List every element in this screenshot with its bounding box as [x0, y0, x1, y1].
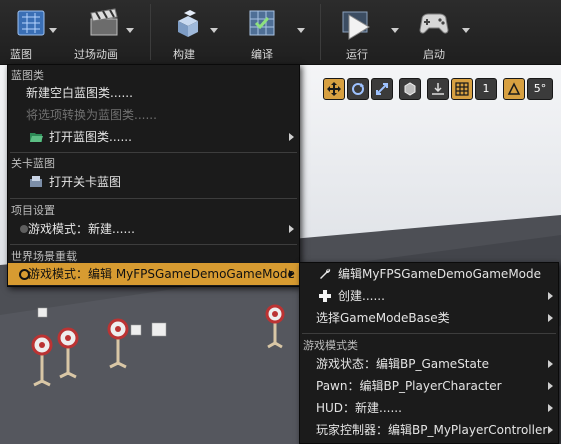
translate-mode-button[interactable] [323, 78, 345, 100]
gamepad-icon [419, 13, 449, 34]
menu-item-hud[interactable]: HUD：新建...... [300, 397, 558, 419]
submenu-arrow-icon [548, 426, 553, 434]
cinematics-label: 过场动画 [74, 48, 118, 61]
menu-item-label: 新建空白蓝图类...... [26, 86, 133, 100]
menu-item-select-gamemodebase[interactable]: 选择GameModeBase类 [300, 307, 558, 329]
scale-icon [376, 83, 388, 95]
angle-snap-value-text: 5° [533, 82, 547, 95]
blueprints-dropdown-arrow[interactable] [49, 28, 57, 33]
surface-snap-button[interactable] [427, 78, 449, 100]
play-dropdown-arrow[interactable] [391, 28, 399, 33]
cube-icon [404, 82, 416, 96]
grid-snap-value[interactable]: 1 [475, 78, 497, 100]
menu-separator [302, 333, 556, 334]
submenu-arrow-icon [289, 133, 294, 141]
cinematics-button[interactable]: 过场动画 [62, 0, 146, 64]
angle-snap-toggle[interactable] [503, 78, 525, 100]
menu-item-player-controller[interactable]: 玩家控制器：编辑BP_MyPlayerController [300, 419, 558, 441]
menu-item-label: 创建...... [338, 289, 385, 303]
compile-icon [249, 10, 275, 36]
section-world-override: 世界场景重载 [11, 250, 77, 263]
grid-snap-toggle[interactable] [451, 78, 473, 100]
game-mode-submenu: 编辑MyFPSGameDemoGameMode 创建...... 选择GameM… [299, 262, 559, 444]
menu-item-label: 游戏模式：编辑 MyFPSGameDemoGameMode [28, 267, 295, 281]
menu-separator [10, 244, 297, 245]
menu-item-label: 游戏状态：编辑BP_GameState [316, 357, 489, 371]
plus-icon [319, 290, 331, 302]
submenu-arrow-icon [289, 270, 294, 278]
menu-item-open-blueprint[interactable]: 打开蓝图类...... [8, 126, 299, 148]
toolbar-separator [150, 4, 151, 60]
radio-dot-icon [20, 225, 28, 233]
scale-mode-button[interactable] [371, 78, 393, 100]
angle-icon [507, 82, 521, 95]
folder-open-icon [30, 133, 43, 142]
menu-item-label: HUD：新建...... [316, 401, 402, 415]
menu-separator [10, 152, 297, 153]
submenu-arrow-icon [548, 314, 553, 322]
submenu-arrow-icon [548, 360, 553, 368]
menu-item-label: 打开蓝图类...... [49, 130, 132, 144]
build-dropdown-arrow[interactable] [210, 28, 218, 33]
wrench-icon [320, 268, 331, 279]
submenu-arrow-icon [548, 404, 553, 412]
section-blueprint-class: 蓝图类 [11, 69, 44, 82]
surface-snap-icon [432, 83, 444, 95]
blueprints-menu: 蓝图类 新建空白蓝图类...... 将选项转换为蓝图类...... 打开蓝图类.… [7, 64, 300, 287]
menu-item-create[interactable]: 创建...... [300, 285, 558, 307]
menu-item-label: 游戏模式：新建...... [28, 222, 135, 236]
grid-snap-value-text: 1 [482, 82, 490, 95]
menu-item-game-mode-edit[interactable]: 游戏模式：编辑 MyFPSGameDemoGameMode [8, 263, 299, 285]
launch-label: 启动 [423, 48, 445, 61]
section-level-blueprint: 关卡蓝图 [11, 157, 55, 170]
menu-item-label: 打开关卡蓝图 [49, 175, 122, 189]
main-toolbar: 蓝图 过场动画 构建 编译 运行 启动 [0, 0, 561, 65]
play-label: 运行 [346, 48, 368, 61]
compile-label: 编译 [251, 48, 273, 61]
level-blueprint-icon [30, 176, 42, 187]
launch-dropdown-arrow[interactable] [462, 28, 470, 33]
blueprints-button[interactable]: 蓝图 [0, 0, 62, 64]
menu-item-label: 编辑MyFPSGameDemoGameMode [338, 267, 542, 281]
clapperboard-icon [90, 8, 118, 36]
rotate-mode-button[interactable] [347, 78, 369, 100]
blueprints-label: 蓝图 [10, 48, 32, 61]
compile-button[interactable]: 编译 [230, 0, 305, 64]
section-game-mode-classes: 游戏模式类 [303, 339, 358, 352]
menu-item-game-state[interactable]: 游戏状态：编辑BP_GameState [300, 353, 558, 375]
build-button[interactable]: 构建 [156, 0, 220, 64]
menu-item-label: 选择GameModeBase类 [316, 311, 450, 325]
section-project-settings: 项目设置 [11, 204, 55, 217]
menu-item-edit-gamemode[interactable]: 编辑MyFPSGameDemoGameMode [300, 263, 558, 285]
submenu-arrow-icon [548, 382, 553, 390]
blueprint-icon [17, 10, 45, 36]
grid-icon [455, 82, 469, 96]
launch-button[interactable]: 启动 [402, 0, 470, 64]
toolbar-separator [320, 4, 321, 60]
build-cubes-icon [178, 10, 198, 37]
compile-dropdown-arrow[interactable] [297, 28, 305, 33]
menu-item-label: 将选项转换为蓝图类...... [26, 108, 157, 122]
build-label: 构建 [173, 48, 195, 61]
cinematics-dropdown-arrow[interactable] [126, 28, 134, 33]
menu-item-convert-to-blueprint: 将选项转换为蓝图类...... [8, 104, 299, 126]
world-local-toggle[interactable] [399, 78, 421, 100]
play-icon [342, 11, 370, 40]
rotate-icon [352, 83, 364, 95]
menu-item-game-mode-new[interactable]: 游戏模式：新建...... [8, 218, 299, 240]
menu-item-new-empty-blueprint[interactable]: 新建空白蓝图类...... [8, 82, 299, 104]
menu-item-pawn[interactable]: Pawn：编辑BP_PlayerCharacter [300, 375, 558, 397]
submenu-arrow-icon [548, 292, 553, 300]
menu-item-label: Pawn：编辑BP_PlayerCharacter [316, 379, 502, 393]
move-arrows-icon [327, 82, 341, 96]
angle-snap-value[interactable]: 5° [527, 78, 553, 100]
menu-item-open-level-blueprint[interactable]: 打开关卡蓝图 [8, 171, 299, 193]
menu-item-label: 玩家控制器：编辑BP_MyPlayerController [316, 423, 548, 437]
play-button[interactable]: 运行 [325, 0, 399, 64]
menu-separator [10, 198, 297, 199]
submenu-arrow-icon [289, 225, 294, 233]
